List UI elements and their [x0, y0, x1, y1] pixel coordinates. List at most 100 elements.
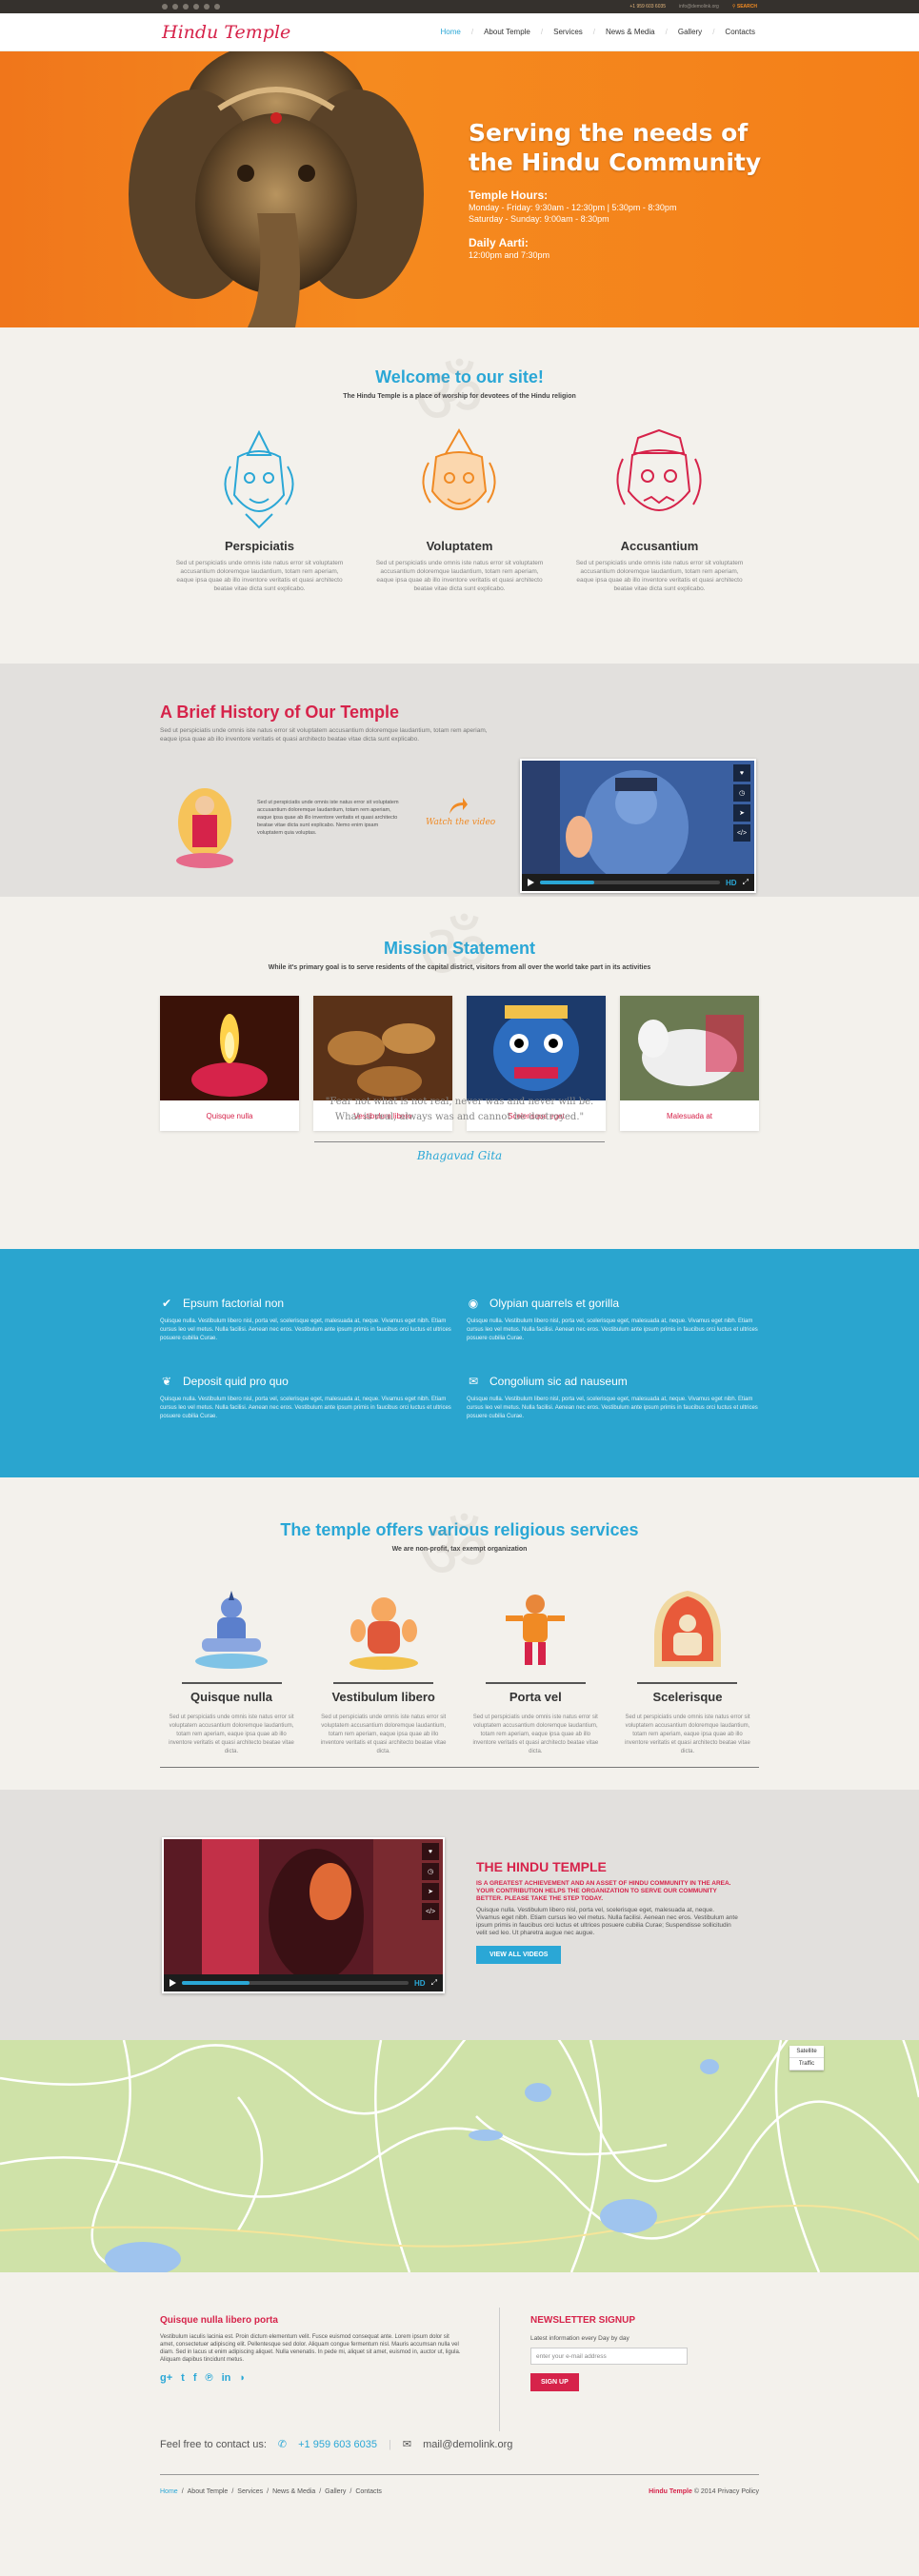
shiva-image — [195, 1591, 268, 1669]
nav-news[interactable]: News & Media — [604, 28, 657, 36]
watch-later-icon[interactable]: ◷ — [422, 1863, 439, 1880]
hd-badge[interactable]: HD — [726, 879, 737, 887]
fullscreen-icon[interactable]: ⤢ — [743, 878, 749, 887]
contact-label: Feel free to contact us: — [160, 2438, 267, 2450]
share-icon[interactable]: ➤ — [733, 804, 750, 822]
service-title: Porta vel — [509, 1690, 562, 1704]
pinterest-icon[interactable]: ℗ — [206, 2372, 213, 2384]
watch-later-icon[interactable]: ◷ — [733, 784, 750, 802]
like-icon[interactable]: ♥ — [733, 764, 750, 782]
embed-icon[interactable]: </> — [422, 1903, 439, 1920]
footer-nav-home[interactable]: Home — [160, 2488, 178, 2495]
candle-image — [160, 996, 299, 1100]
top-email[interactable]: info@demolink.org — [679, 4, 719, 10]
service-text: Sed ut perspiciatis unde omnis iste natu… — [320, 1714, 447, 1754]
top-search-button[interactable]: ⚲ SEARCH — [732, 4, 757, 10]
quote-signature: Bhagavad Gita — [416, 1149, 503, 1162]
bowls-image — [313, 996, 452, 1100]
linkedin-icon[interactable] — [204, 4, 210, 10]
check-icon: ✔ — [161, 1297, 172, 1310]
fullscreen-icon[interactable]: ⤢ — [431, 1978, 437, 1988]
services-list: Quisque nulla Sed ut perspiciatis unde o… — [160, 1587, 759, 1756]
history-video-player[interactable]: ♥ ◷ ➤ </> HD ⤢ — [520, 759, 756, 893]
deity-title: Accusantium — [620, 539, 699, 553]
contact-phone[interactable]: +1 959 603 6035 — [298, 2439, 377, 2450]
jain-deity-image — [653, 1591, 721, 1667]
signup-button[interactable]: SIGN UP — [530, 2373, 579, 2391]
feature-text: Quisque nulla. Vestibulum libero nisl, p… — [467, 1397, 758, 1419]
nav-contacts[interactable]: Contacts — [723, 28, 757, 36]
facebook-icon[interactable]: f — [193, 2372, 197, 2384]
hero-title-line2: the Hindu Community — [469, 149, 762, 176]
play-icon[interactable] — [170, 1979, 176, 1987]
copyright: Hindu Temple © 2014 Privacy Policy — [649, 2488, 759, 2495]
temple-red-text: IS A GREATEST ACHIEVEMENT AND AN ASSET O… — [476, 1880, 731, 1902]
temple-text: THE HINDU TEMPLE IS A GREATEST ACHIEVEME… — [476, 1859, 738, 1964]
footer-nav-contacts[interactable]: Contacts — [355, 2488, 382, 2495]
mission-section: ॐ Mission Statement While it's primary g… — [0, 897, 919, 1249]
nav-home[interactable]: Home — [439, 28, 463, 36]
contact-email[interactable]: mail@demolink.org — [423, 2439, 512, 2450]
om-watermark-icon: ॐ — [419, 907, 489, 996]
linkedin-icon[interactable]: in — [222, 2372, 231, 2384]
main-nav: Home / About Temple / Services / News & Med… — [439, 28, 757, 36]
play-icon[interactable] — [528, 879, 534, 886]
feature-item: ✔ Epsum factorial non Quisque nulla. Vest… — [160, 1297, 460, 1343]
deity-item: Voluptatem Sed ut perspiciatis unde omni… — [362, 428, 557, 593]
video-progress[interactable] — [540, 881, 721, 884]
map-traffic-button[interactable]: Traffic — [789, 2058, 824, 2071]
like-icon[interactable]: ♥ — [422, 1843, 439, 1860]
map-satellite-button[interactable]: Satellite — [789, 2046, 824, 2058]
feature-item: ❦ Deposit quid pro quo Quisque nulla. Ves… — [160, 1375, 460, 1421]
footer-social: g+ t f ℗ in ◗ — [160, 2372, 465, 2384]
services-divider — [160, 1767, 759, 1768]
quote-line-2: What is real, always was and cannot be d… — [334, 1112, 585, 1122]
deity-text: Sed ut perspiciatis unde omnis iste natu… — [175, 560, 344, 592]
newsletter-text: Latest information every Day by day — [530, 2335, 629, 2342]
service-title: Scelerisque — [652, 1690, 723, 1704]
location-map[interactable]: Satellite Traffic — [0, 2040, 919, 2272]
facebook-icon[interactable] — [183, 4, 189, 10]
footer-nav-about[interactable]: About Temple — [188, 2488, 229, 2495]
temple-video-player[interactable]: ♥ ◷ ➤ </> HD ⤢ — [162, 1837, 445, 1993]
nav-about[interactable]: About Temple — [482, 28, 532, 36]
feature-text: Quisque nulla. Vestibulum libero nisl, p… — [160, 1397, 451, 1419]
nav-gallery[interactable]: Gallery — [676, 28, 704, 36]
newsletter-email-input[interactable]: enter your e-mail address — [530, 2348, 688, 2365]
phone-icon: ✆ — [277, 2439, 288, 2450]
twitter-icon[interactable] — [172, 4, 178, 10]
video-controls: HD ⤢ — [522, 874, 754, 891]
rss-icon[interactable]: ◗ — [239, 2372, 246, 2384]
footer-nav-news[interactable]: News & Media — [272, 2488, 315, 2495]
rss-icon[interactable] — [214, 4, 220, 10]
pinterest-icon[interactable] — [193, 4, 199, 10]
hd-badge[interactable]: HD — [414, 1979, 426, 1988]
nav-services[interactable]: Services — [551, 28, 585, 36]
services-section: ॐ The temple offers various religious se… — [0, 1477, 919, 1790]
google-plus-icon[interactable]: g+ — [160, 2372, 172, 2384]
footer-nav-services[interactable]: Services — [237, 2488, 263, 2495]
site-logo[interactable]: Hindu Temple — [162, 22, 290, 43]
deity-title: Perspiciatis — [225, 539, 294, 553]
embed-icon[interactable]: </> — [733, 824, 750, 842]
footer-about-text: Vestibulum iaculis lacinia est. Proin di… — [160, 2334, 461, 2363]
hours-title: Temple Hours: — [469, 188, 549, 202]
footer-nav-gallery[interactable]: Gallery — [325, 2488, 346, 2495]
footer-nav: Home / About Temple / Services / News & Med… — [160, 2488, 382, 2495]
share-icon[interactable]: ➤ — [422, 1883, 439, 1900]
hanuman-image — [506, 1595, 566, 1665]
om-watermark-icon: ॐ — [419, 1507, 489, 1595]
video-progress[interactable] — [182, 1981, 410, 1985]
hours-weekday: Monday - Friday: 9:30am - 12:30pm | 5:30… — [469, 203, 677, 212]
mask-image — [467, 996, 606, 1100]
view-all-videos-button[interactable]: VIEW ALL VIDEOS — [476, 1946, 562, 1964]
newsletter-title: NEWSLETTER SIGNUP — [530, 2315, 636, 2326]
copyright-text[interactable]: © 2014 Privacy Policy — [694, 2488, 759, 2495]
deity-face-red-icon — [616, 428, 702, 511]
twitter-icon[interactable]: t — [181, 2372, 185, 2384]
google-plus-icon[interactable] — [162, 4, 168, 10]
ganesha-image — [349, 1597, 418, 1670]
quote: "Fear not what is not real, never was an… — [0, 1095, 919, 1125]
cow-image — [620, 996, 759, 1100]
watch-video-link[interactable]: Watch the video — [426, 818, 495, 827]
